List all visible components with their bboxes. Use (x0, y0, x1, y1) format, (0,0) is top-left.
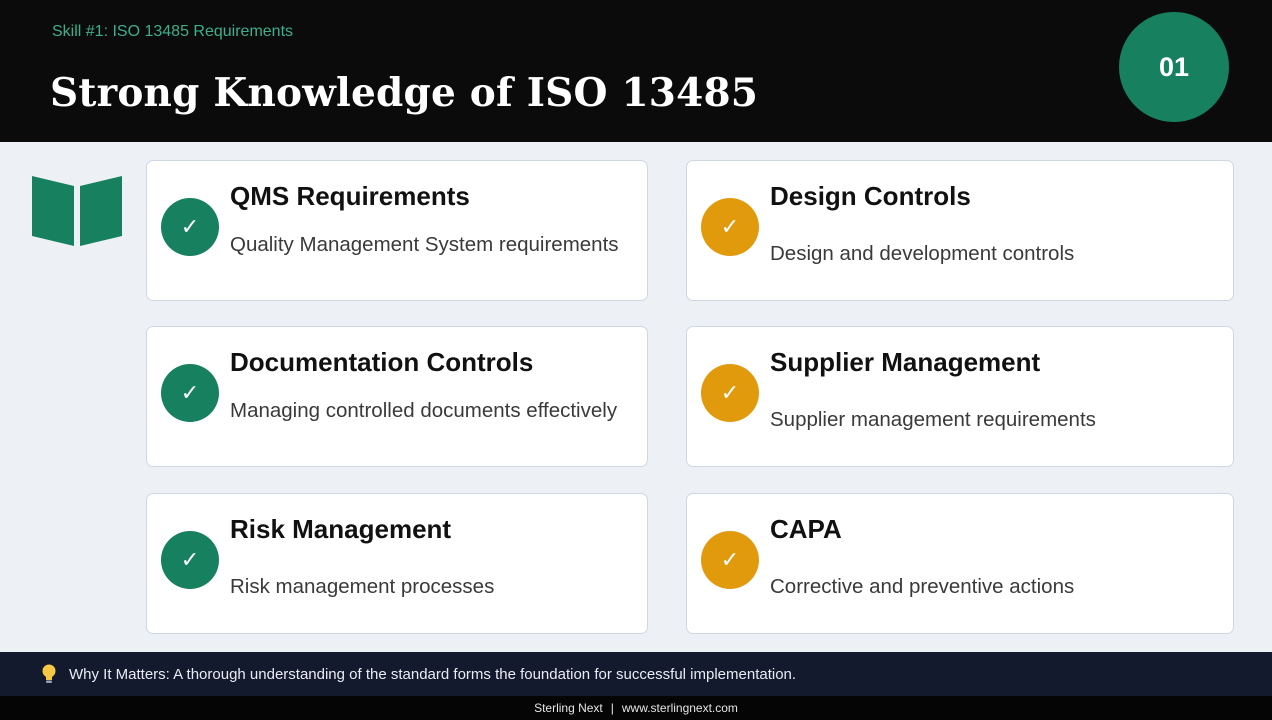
page-title: Strong Knowledge of ISO 13485 (50, 70, 759, 116)
card-title: QMS Requirements (230, 181, 470, 211)
lightbulb-icon (42, 664, 56, 683)
card-title: Documentation Controls (230, 347, 534, 377)
card-title: Design Controls (770, 181, 971, 211)
checkmark-icon: ✓ (701, 531, 759, 589)
checkmark-icon: ✓ (161, 531, 219, 589)
card-capa: ✓ CAPA Corrective and preventive actions (686, 493, 1234, 634)
slide-header: Skill #1: ISO 13485 Requirements Strong … (0, 0, 1272, 142)
footer-separator: | (610, 701, 614, 715)
card-risk-management: ✓ Risk Management Risk management proces… (146, 493, 648, 634)
card-title: Risk Management (230, 514, 452, 544)
card-description: Quality Management System requirements (230, 233, 619, 256)
footer-brand: Sterling Next (534, 701, 603, 715)
slide-number-badge: 01 (1119, 12, 1229, 122)
card-description: Corrective and preventive actions (770, 575, 1075, 598)
card-title: Supplier Management (770, 347, 1041, 377)
checkmark-icon: ✓ (161, 198, 219, 256)
card-title: CAPA (770, 514, 842, 544)
card-description: Supplier management requirements (770, 408, 1096, 431)
why-it-matters-bar: Why It Matters: A thorough understanding… (0, 652, 1272, 696)
checkmark-icon: ✓ (701, 198, 759, 256)
checkmark-icon: ✓ (701, 364, 759, 422)
card-description: Managing controlled documents effectivel… (230, 399, 618, 422)
card-qms-requirements: ✓ QMS Requirements Quality Management Sy… (146, 160, 648, 301)
open-book-icon (32, 176, 122, 246)
why-it-matters-text: Why It Matters: A thorough understanding… (69, 665, 797, 683)
footer-url[interactable]: www.sterlingnext.com (622, 701, 738, 715)
slide-kicker: Skill #1: ISO 13485 Requirements (52, 23, 294, 40)
checkmark-icon: ✓ (161, 364, 219, 422)
footer: Sterling Next | www.sterlingnext.com (0, 696, 1272, 720)
card-supplier-management: ✓ Supplier Management Supplier managemen… (686, 326, 1234, 467)
card-documentation-controls: ✓ Documentation Controls Managing contro… (146, 326, 648, 467)
card-description: Design and development controls (770, 242, 1075, 265)
card-description: Risk management processes (230, 575, 495, 598)
card-design-controls: ✓ Design Controls Design and development… (686, 160, 1234, 301)
